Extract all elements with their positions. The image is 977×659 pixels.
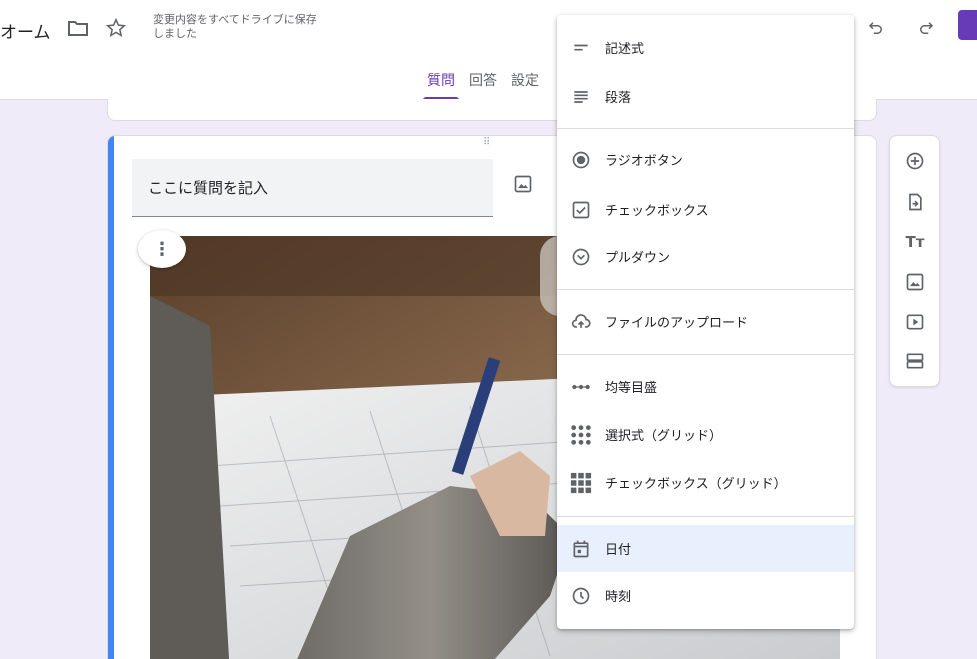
menu-item-label: 時刻: [605, 590, 632, 605]
paragraph-icon: [569, 85, 593, 109]
menu-item-label: チェックボックス（グリッド）: [605, 477, 787, 492]
menu-divider: [557, 128, 854, 129]
menu-item-label: 選択式（グリッド）: [605, 429, 723, 444]
add-image-toolbar-icon[interactable]: [904, 271, 926, 293]
tab-settings[interactable]: 設定: [504, 70, 546, 100]
menu-item-label: 記述式: [605, 42, 645, 57]
add-question-icon[interactable]: [904, 150, 926, 172]
save-status: 変更内容をすべてドライブに保存しました: [153, 13, 317, 40]
menu-item-time[interactable]: 時刻: [557, 572, 854, 619]
menu-item-paragraph[interactable]: 段落: [557, 73, 854, 120]
form-title[interactable]: オーム: [0, 18, 51, 43]
star-icon[interactable]: [105, 17, 127, 39]
dropdown-icon: [569, 245, 593, 269]
more-options-button[interactable]: ⋮: [138, 230, 186, 268]
menu-item-label: 日付: [605, 543, 632, 558]
short-answer-icon: [569, 36, 593, 60]
menu-item-label: 均等目盛: [605, 381, 658, 396]
undo-icon[interactable]: [865, 17, 887, 39]
menu-divider: [557, 516, 854, 517]
active-card-accent: [108, 136, 114, 659]
radio-button-icon: [569, 148, 593, 172]
add-section-icon[interactable]: [904, 350, 926, 372]
import-questions-icon[interactable]: [904, 191, 926, 213]
menu-item-short-answer[interactable]: 記述式: [557, 24, 854, 71]
cloud-upload-icon: [569, 310, 593, 334]
redo-icon[interactable]: [915, 17, 937, 39]
menu-divider: [557, 354, 854, 355]
menu-item-label: ラジオボタン: [605, 154, 683, 169]
checkbox-icon: [569, 198, 593, 222]
send-button[interactable]: [958, 10, 977, 40]
add-title-icon[interactable]: Tт: [904, 231, 926, 253]
tab-responses[interactable]: 回答: [462, 70, 504, 100]
menu-item-checkbox-grid[interactable]: チェックボックス（グリッド）: [557, 459, 854, 506]
menu-item-label: プルダウン: [605, 251, 671, 266]
menu-item-label: チェックボックス: [605, 204, 709, 219]
menu-item-linear-scale[interactable]: 均等目盛: [557, 363, 854, 410]
menu-item-choice-grid[interactable]: 選択式（グリッド）: [557, 411, 854, 458]
tab-questions[interactable]: 質問: [420, 70, 462, 100]
linear-scale-icon: [569, 375, 593, 399]
floating-toolbar: Tт: [889, 135, 940, 387]
add-image-icon[interactable]: [513, 174, 535, 196]
add-video-icon[interactable]: [904, 311, 926, 333]
menu-item-label: ファイルのアップロード: [605, 316, 749, 331]
multiple-choice-grid-icon: [569, 423, 593, 447]
drag-handle-icon[interactable]: ⠿: [483, 138, 491, 148]
question-type-menu: 記述式 段落 ラジオボタン チェックボックス プルダウン ファイルのアップロード: [557, 15, 854, 629]
menu-divider: [557, 289, 854, 290]
folder-icon[interactable]: [67, 17, 89, 39]
menu-item-radio[interactable]: ラジオボタン: [557, 136, 854, 183]
question-title-input[interactable]: ここに質問を記入: [132, 159, 493, 217]
calendar-icon: [569, 537, 593, 561]
checkbox-grid-icon: [569, 471, 593, 495]
menu-item-label: 段落: [605, 91, 632, 106]
menu-item-file-upload[interactable]: ファイルのアップロード: [557, 298, 854, 345]
menu-item-dropdown[interactable]: プルダウン: [557, 233, 854, 280]
menu-item-checkbox[interactable]: チェックボックス: [557, 186, 854, 233]
menu-item-date[interactable]: 日付: [557, 525, 854, 572]
form-tabs: 質問 回答 設定: [420, 70, 546, 100]
clock-icon: [569, 584, 593, 608]
